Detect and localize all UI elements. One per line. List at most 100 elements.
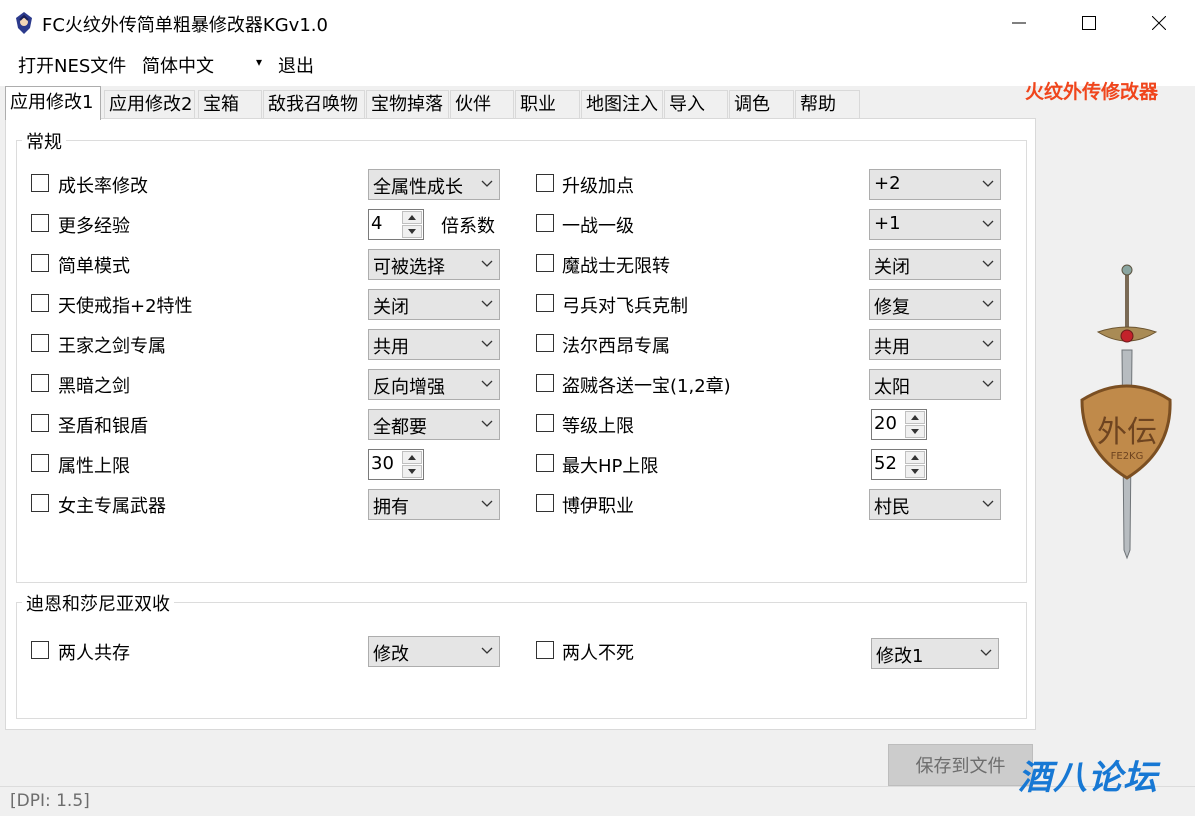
tab-4[interactable]: 宝物掉落: [366, 90, 449, 118]
save-to-file-button[interactable]: 保存到文件: [888, 744, 1033, 786]
option-label: 简单模式: [58, 256, 130, 277]
option-dropdown[interactable]: +1: [869, 209, 1001, 240]
dropdown-value: 可被选择: [373, 257, 445, 278]
spin-up-button[interactable]: [905, 411, 925, 424]
maximize-button[interactable]: [1054, 0, 1124, 46]
checkbox[interactable]: [536, 294, 554, 312]
checkbox[interactable]: [536, 414, 554, 432]
checkbox[interactable]: [31, 214, 49, 232]
option-dropdown[interactable]: 关闭: [368, 289, 500, 320]
option-dropdown[interactable]: 修改: [368, 636, 500, 667]
open-nes-menu[interactable]: 打开NES文件: [18, 52, 126, 78]
option-label: 女主专属武器: [58, 496, 166, 517]
option-dropdown[interactable]: 共用: [869, 329, 1001, 360]
dropdown-value: 修改1: [876, 646, 924, 667]
checkbox[interactable]: [31, 494, 49, 512]
option-dropdown[interactable]: 共用: [368, 329, 500, 360]
option-label: 法尔西昂专属: [562, 336, 670, 357]
spinner-buttons: [402, 211, 422, 238]
dropdown-value: 共用: [874, 337, 910, 358]
option-dropdown[interactable]: 全都要: [368, 409, 500, 440]
spinner-value: 4: [371, 213, 383, 234]
option-label: 最大HP上限: [562, 456, 659, 477]
checkbox[interactable]: [536, 254, 554, 272]
minimize-icon: [1012, 22, 1026, 24]
tab-1[interactable]: 应用修改2: [104, 90, 195, 118]
numeric-spinner[interactable]: 30: [368, 449, 424, 480]
option-dropdown[interactable]: +2: [869, 169, 1001, 200]
close-icon: [1152, 16, 1166, 30]
chevron-down-icon: [982, 300, 994, 307]
numeric-spinner[interactable]: 4: [368, 209, 424, 240]
option-label: 成长率修改: [58, 176, 148, 197]
tab-9[interactable]: 调色: [729, 90, 794, 118]
spin-down-button[interactable]: [905, 465, 925, 478]
exit-menu[interactable]: 退出: [278, 52, 314, 78]
checkbox[interactable]: [31, 174, 49, 192]
checkbox[interactable]: [536, 334, 554, 352]
option-dropdown[interactable]: 反向增强: [368, 369, 500, 400]
option-label: 两人共存: [58, 643, 130, 664]
tab-7[interactable]: 地图注入: [581, 90, 663, 118]
dropdown-value: +1: [874, 213, 901, 234]
chevron-down-icon: [980, 649, 992, 656]
option-dropdown[interactable]: 太阳: [869, 369, 1001, 400]
checkbox[interactable]: [31, 254, 49, 272]
tab-0[interactable]: 应用修改1: [5, 86, 101, 120]
minimize-button[interactable]: [984, 0, 1054, 46]
checkbox[interactable]: [31, 414, 49, 432]
tab-6[interactable]: 职业: [515, 90, 580, 118]
multiplier-label: 倍系数: [441, 216, 495, 237]
spin-down-button[interactable]: [905, 425, 925, 438]
language-select[interactable]: 简体中文 ▾: [138, 50, 266, 80]
spinner-value: 20: [874, 413, 897, 434]
spin-up-button[interactable]: [402, 451, 422, 464]
chevron-down-icon: [982, 340, 994, 347]
spin-up-button[interactable]: [905, 451, 925, 464]
chevron-down-icon: [481, 260, 493, 267]
chevron-down-icon: [481, 180, 493, 187]
tab-3[interactable]: 敌我召唤物: [263, 90, 365, 118]
option-dropdown[interactable]: 修改1: [871, 638, 999, 669]
option-dropdown[interactable]: 全属性成长: [368, 169, 500, 200]
option-dropdown[interactable]: 修复: [869, 289, 1001, 320]
chevron-down-icon: [982, 500, 994, 507]
option-label: 弓兵对飞兵克制: [562, 296, 688, 317]
dropdown-value: 修复: [874, 297, 910, 318]
numeric-spinner[interactable]: 52: [871, 449, 927, 480]
spin-up-button[interactable]: [402, 211, 422, 224]
chevron-down-icon: [481, 500, 493, 507]
checkbox[interactable]: [31, 294, 49, 312]
checkbox[interactable]: [536, 454, 554, 472]
option-dropdown[interactable]: 可被选择: [368, 249, 500, 280]
checkbox[interactable]: [31, 454, 49, 472]
language-value: 简体中文: [142, 56, 214, 77]
arrow-down-icon: [408, 469, 416, 474]
dropdown-arrow-icon: ▾: [255, 55, 262, 69]
checkbox[interactable]: [536, 641, 554, 659]
option-dropdown[interactable]: 村民: [869, 489, 1001, 520]
tab-8[interactable]: 导入: [664, 90, 728, 118]
spinner-buttons: [905, 411, 925, 438]
chevron-down-icon: [481, 380, 493, 387]
option-dropdown[interactable]: 拥有: [368, 489, 500, 520]
numeric-spinner[interactable]: 20: [871, 409, 927, 440]
option-label: 等级上限: [562, 416, 634, 437]
checkbox[interactable]: [536, 174, 554, 192]
tab-5[interactable]: 伙伴: [450, 90, 514, 118]
option-dropdown[interactable]: 关闭: [869, 249, 1001, 280]
checkbox[interactable]: [31, 641, 49, 659]
tab-10[interactable]: 帮助: [795, 90, 860, 118]
forum-watermark: 酒八论坛: [1018, 758, 1158, 798]
arrow-down-icon: [408, 229, 416, 234]
checkbox[interactable]: [31, 334, 49, 352]
tab-2[interactable]: 宝箱: [198, 90, 262, 118]
checkbox[interactable]: [536, 374, 554, 392]
checkbox[interactable]: [536, 494, 554, 512]
spinner-value: 30: [371, 453, 394, 474]
close-button[interactable]: [1124, 0, 1194, 46]
spin-down-button[interactable]: [402, 225, 422, 238]
spin-down-button[interactable]: [402, 465, 422, 478]
checkbox[interactable]: [536, 214, 554, 232]
checkbox[interactable]: [31, 374, 49, 392]
